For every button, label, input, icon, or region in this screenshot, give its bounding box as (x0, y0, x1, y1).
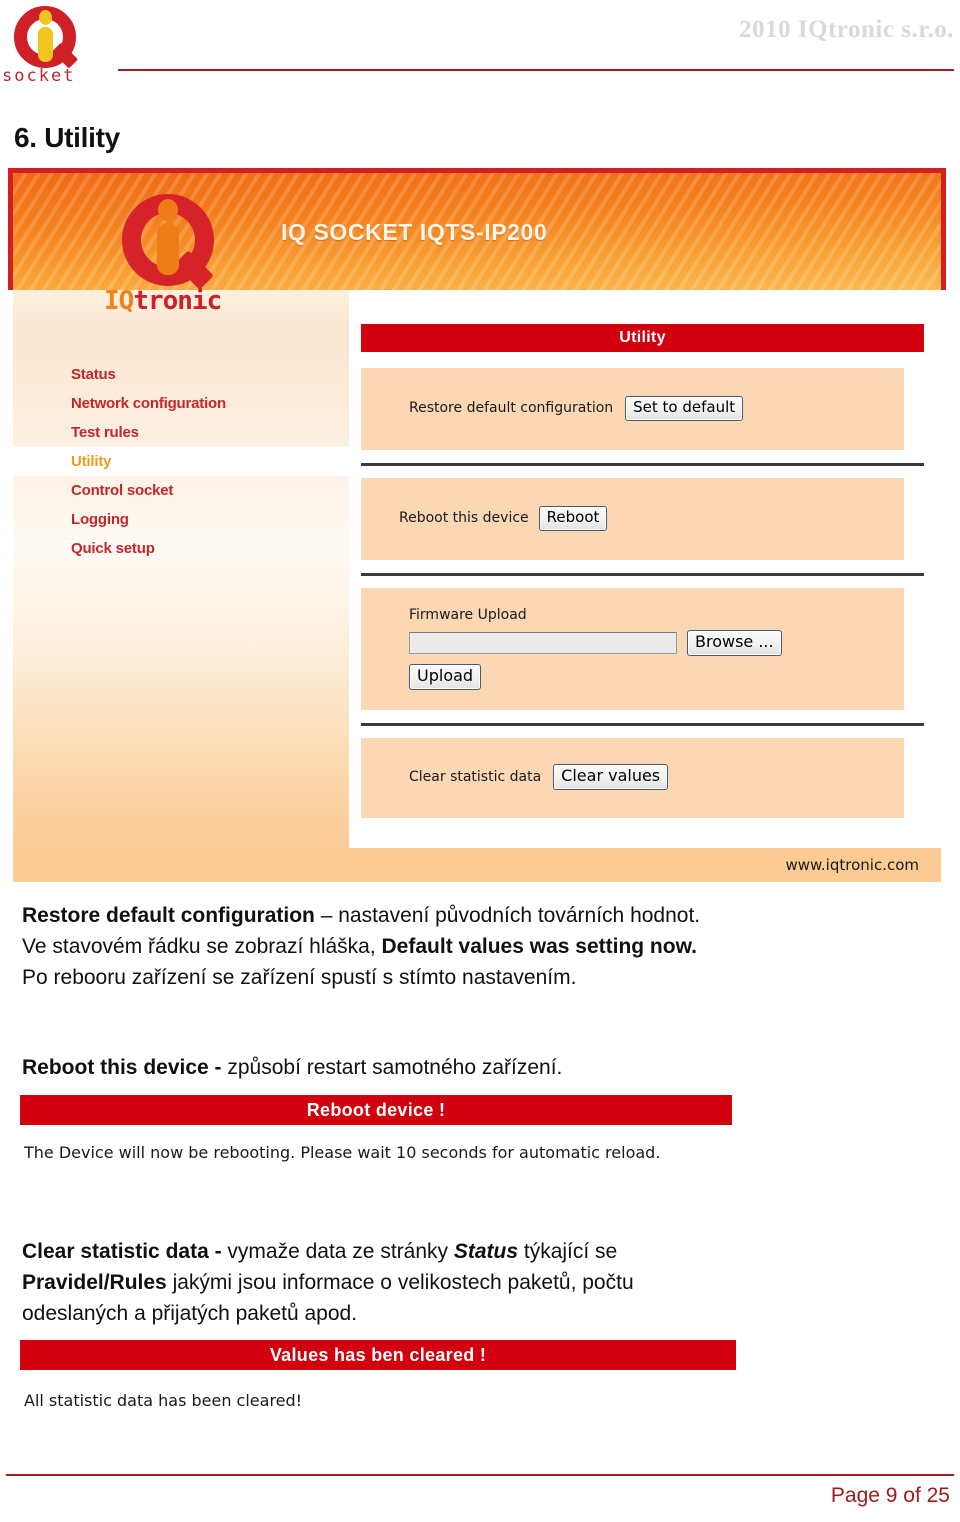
reboot-label: Reboot this device (399, 510, 529, 527)
reboot-panel: Reboot this device Reboot (361, 478, 904, 560)
reboot-description-line: Reboot this device - způsobí restart sam… (22, 1052, 932, 1083)
restore-term: Restore default configuration (22, 904, 315, 927)
header-divider (118, 69, 954, 71)
iqtronic-logo: IQtronic (104, 190, 234, 340)
app-banner-title: IQ SOCKET IQTS-IP200 (281, 219, 548, 245)
firmware-file-row: Browse ... (409, 630, 782, 656)
app-nav-menu: Status Network configuration Test rules … (13, 360, 349, 563)
sidebar-item-status[interactable]: Status (13, 360, 349, 389)
upload-row: Upload (409, 664, 482, 690)
clear-description-line-1: Clear statistic data - vymaže data ze st… (22, 1236, 932, 1267)
restore-bold-2: Default values was setting now. (381, 935, 697, 958)
reboot-alert-message: The Device will now be rebooting. Please… (24, 1143, 661, 1162)
restore-default-label: Restore default configuration (409, 400, 614, 417)
section-divider-2 (361, 573, 924, 576)
restore-description-line-2: Ve stavovém řádku se zobrazí hláška, Def… (22, 931, 932, 962)
firmware-upload-label: Firmware Upload (409, 607, 527, 623)
reboot-row: Reboot this device Reboot (399, 506, 608, 531)
sidebar-item-network-configuration[interactable]: Network configuration (13, 389, 349, 418)
restore-text-2: Ve stavovém řádku se zobrazí hláška, (22, 935, 382, 958)
clear-bold-2: Pravidel/Rules (22, 1271, 167, 1294)
clear-description-line-2: Pravidel/Rules jakými jsou informace o v… (22, 1267, 932, 1298)
clear-term: Clear statistic data - (22, 1240, 228, 1263)
clear-alert-message: All statistic data has been cleared! (24, 1391, 303, 1410)
page-title: 6. Utility (14, 122, 120, 153)
firmware-upload-panel: Firmware Upload Browse ... Upload (361, 588, 904, 710)
sidebar-item-logging[interactable]: Logging (13, 505, 349, 534)
upload-button[interactable]: Upload (409, 664, 482, 690)
sidebar-item-quick-setup[interactable]: Quick setup (13, 534, 349, 563)
clear-description: Clear statistic data - vymaže data ze st… (22, 1236, 932, 1329)
footer-divider (6, 1474, 954, 1476)
firmware-file-input[interactable] (409, 632, 677, 654)
reboot-button[interactable]: Reboot (538, 506, 608, 531)
reboot-term: Reboot this device - (22, 1056, 228, 1079)
brand-wordmark: socket (2, 66, 76, 86)
clear-statistics-label: Clear statistic data (409, 769, 542, 785)
restore-default-panel: Restore default configuration Set to def… (361, 368, 904, 450)
page-number: Page 9 of 25 (830, 1484, 950, 1507)
set-to-default-button[interactable]: Set to default (625, 396, 744, 421)
section-divider-1 (361, 463, 924, 466)
restore-description-line-3: Po rebooru zařízení se zařízení spustí s… (22, 966, 577, 989)
document-header: socket 2010 IQtronic s.r.o. (0, 0, 960, 100)
copyright-notice: 2010 IQtronic s.r.o. (739, 16, 954, 43)
clear-em-1: Status (453, 1240, 519, 1263)
restore-description-line-1: Restore default configuration – nastaven… (22, 900, 932, 931)
sidebar-item-control-socket[interactable]: Control socket (13, 476, 349, 505)
clear-description-line-3: odeslaných a přijatých paketů apod. (22, 1302, 358, 1325)
clear-text-2: týkající se (518, 1240, 618, 1263)
app-logo-i-stem (157, 223, 179, 275)
section-divider-3 (361, 723, 924, 726)
reboot-text: způsobí restart samotného zařízení. (227, 1056, 563, 1079)
restore-description: Restore default configuration – nastaven… (22, 900, 932, 993)
app-footer-url: www.iqtronic.com (785, 856, 919, 874)
app-main-content: Utility Restore default configuration Se… (349, 290, 941, 848)
browse-button[interactable]: Browse ... (687, 630, 782, 656)
clear-alert-bar: Values has ben cleared ! (20, 1340, 736, 1370)
clear-statistics-panel: Clear statistic data Clear values (361, 738, 904, 818)
logo-i-dot (39, 10, 52, 25)
embedded-app-screenshot: IQ SOCKET IQTS-IP200 IQtronic Status Net… (8, 168, 946, 882)
sidebar-item-utility[interactable]: Utility (13, 447, 349, 476)
logo-i-stem (38, 27, 53, 62)
app-footer: www.iqtronic.com (13, 848, 941, 882)
app-logo-word-rest: tronic (133, 286, 222, 316)
restore-text-1: – nastavení původních továrních hodnot. (314, 904, 701, 927)
reboot-alert-bar: Reboot device ! (20, 1095, 732, 1125)
reboot-description: Reboot this device - způsobí restart sam… (22, 1052, 932, 1083)
app-logo-word-hl: IQ (104, 286, 134, 316)
app-sidebar: Status Network configuration Test rules … (13, 290, 349, 848)
app-body: Status Network configuration Test rules … (13, 290, 941, 882)
clear-statistics-row: Clear statistic data Clear values (409, 764, 669, 790)
main-panel-title: Utility (361, 324, 924, 352)
clear-text-3: jakými jsou informace o velikostech pake… (166, 1271, 634, 1294)
restore-default-row: Restore default configuration Set to def… (409, 396, 744, 421)
clear-values-button[interactable]: Clear values (553, 764, 669, 790)
app-logo-i-dot (158, 199, 178, 221)
sidebar-item-test-rules[interactable]: Test rules (13, 418, 349, 447)
app-logo-wordmark: IQtronic (104, 286, 222, 316)
clear-text-1: vymaže data ze stránky (227, 1240, 454, 1263)
